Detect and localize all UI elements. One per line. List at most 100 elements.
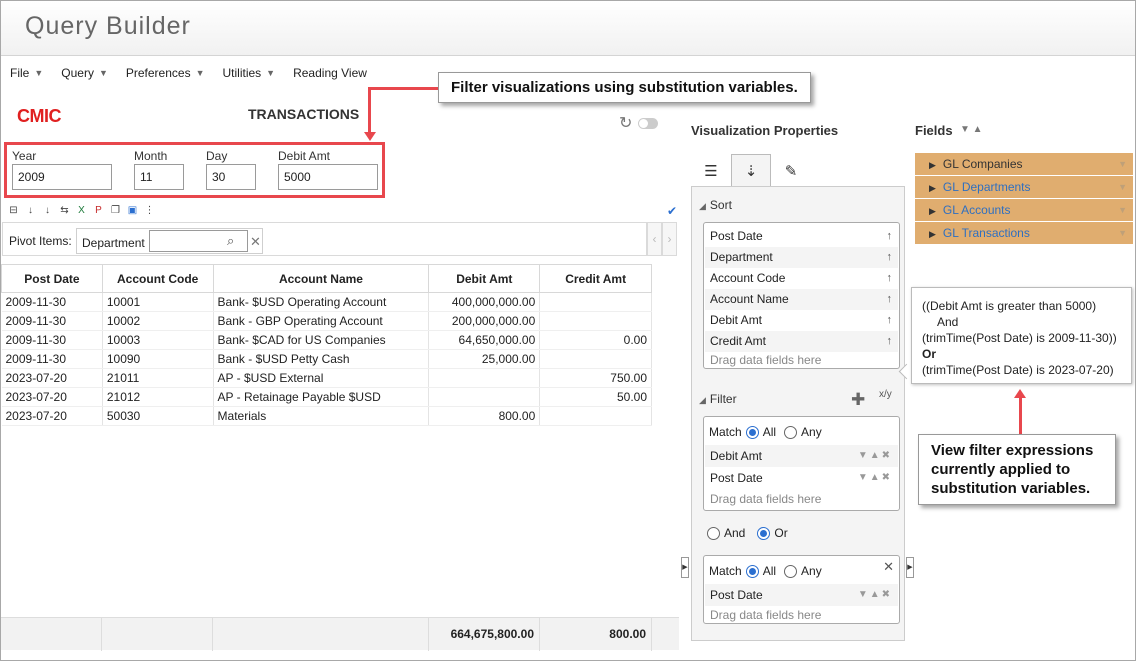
collapse-right-handle[interactable]: ▶	[906, 557, 914, 578]
filter-expression-tooltip: ((Debit Amt is greater than 5000) And (t…	[911, 287, 1132, 384]
tab-sort-filter[interactable]: ⇣	[731, 154, 771, 187]
excel-icon[interactable]: X	[75, 204, 88, 217]
match-any-radio[interactable]	[784, 564, 798, 578]
table-row[interactable]: 2023-07-20 50030 Materials 800.00	[1, 406, 652, 426]
table-row[interactable]: 2009-11-30 10090 Bank - $USD Petty Cash 25,…	[1, 349, 652, 369]
sort-arrow-icon[interactable]: ↑	[887, 226, 893, 247]
filter-item-controls-icon[interactable]: ▼▲✖	[858, 467, 892, 489]
pivot-item: Department ⌕ ✕	[76, 228, 263, 254]
brush-icon: ✎	[784, 163, 798, 180]
menu-preferences[interactable]: Preferences ▼	[126, 66, 205, 80]
sort-list: Post Date ↑ Department ↑ Account Code ↑ Acc…	[703, 222, 900, 369]
debit-amt-input[interactable]	[278, 164, 378, 190]
sort-fields-icon[interactable]: ▼ ▲	[960, 124, 983, 135]
menu-utilities[interactable]: Utilities ▼	[223, 66, 276, 80]
chevron-down-icon[interactable]: ▼	[1118, 176, 1127, 199]
expand-icon[interactable]: ▶	[929, 160, 936, 170]
table-row[interactable]: 2009-11-30 10003 Bank- $CAD for US Compani…	[1, 330, 652, 350]
sort-item[interactable]: Post Date ↑	[705, 226, 898, 247]
col-debit-amt[interactable]: Debit Amt	[428, 264, 541, 293]
pdf-icon[interactable]: P	[92, 204, 105, 217]
match-all-radio[interactable]	[745, 564, 759, 578]
month-input[interactable]	[134, 164, 184, 190]
layout-icon[interactable]: ▣	[126, 204, 139, 217]
field-item[interactable]: ▶ GL Transactions ▼	[915, 222, 1133, 245]
join-and-radio[interactable]	[707, 526, 720, 540]
sort-arrow-icon[interactable]: ↑	[887, 247, 893, 268]
sort-asc-icon[interactable]: ↓	[24, 204, 37, 217]
expand-icon[interactable]: ▶	[929, 183, 936, 193]
sort-item[interactable]: Debit Amt ↑	[705, 310, 898, 331]
sort-item[interactable]: Department ↑	[705, 247, 898, 268]
add-filter-icon[interactable]: ✚	[851, 390, 865, 410]
tab-list[interactable]: ☰	[691, 154, 731, 187]
refresh-icon[interactable]: ↻	[619, 113, 632, 133]
chevron-down-icon[interactable]: ▼	[1118, 199, 1127, 222]
pivot-prev-button[interactable]: ‹	[647, 222, 662, 256]
expression-icon[interactable]: x/y	[879, 389, 892, 400]
join-or-radio[interactable]	[757, 526, 771, 540]
menu-bar: File ▼ Query ▼ Preferences ▼ Utilities ▼ Rea…	[10, 66, 367, 80]
pivot-next-button[interactable]: ›	[662, 222, 677, 256]
pivot-bar: Pivot Items: Department ⌕ ✕	[2, 222, 647, 256]
filter-item[interactable]: Debit Amt ▼▲✖	[705, 445, 898, 467]
field-item[interactable]: ▶ GL Companies ▼	[915, 153, 1133, 176]
menu-reading-view[interactable]: Reading View	[293, 66, 367, 80]
field-item[interactable]: ▶ GL Departments ▼	[915, 176, 1133, 199]
group-join: And Or	[707, 526, 788, 540]
filter-drop-hint: Drag data fields here	[710, 492, 822, 506]
day-input[interactable]	[206, 164, 256, 190]
sort-filter-icon: ⇣	[744, 163, 758, 180]
sort-item[interactable]: Account Name ↑	[705, 289, 898, 310]
table-row[interactable]: 2009-11-30 10001 Bank- $USD Operating Acco…	[1, 292, 652, 312]
search-icon[interactable]: ⌕	[227, 233, 234, 249]
col-credit-amt[interactable]: Credit Amt	[539, 264, 652, 293]
table-row[interactable]: 2009-11-30 10002 Bank - GBP Operating Acco…	[1, 311, 652, 331]
col-account-name[interactable]: Account Name	[212, 264, 430, 293]
col-post-date[interactable]: Post Date	[1, 264, 103, 293]
table-row[interactable]: 2023-07-20 21011 AP - $USD External 750.00	[1, 368, 652, 388]
pivot-label: Pivot Items:	[9, 234, 72, 248]
callout-top: Filter visualizations using substitution…	[438, 72, 811, 103]
sort-arrow-icon[interactable]: ↑	[887, 310, 893, 331]
chevron-down-icon: ▼	[266, 68, 276, 78]
app-title: Query Builder	[25, 12, 191, 40]
sort-desc-icon[interactable]: ↓	[41, 204, 54, 217]
menu-file[interactable]: File ▼	[10, 66, 43, 80]
tab-style[interactable]: ✎	[771, 154, 811, 187]
filter-item-controls-icon[interactable]: ▼▲✖	[858, 584, 892, 606]
wrap-icon[interactable]: ⇆	[58, 204, 71, 217]
filter-section-header[interactable]: ◢ Filter	[699, 392, 737, 406]
close-icon[interactable]: ✕	[250, 234, 261, 250]
expand-icon[interactable]: ▶	[929, 206, 936, 216]
table-row[interactable]: 2023-07-20 21012 AP - Retainage Payable $U…	[1, 387, 652, 407]
copy-icon[interactable]: ❐	[109, 204, 122, 217]
filter-item-controls-icon[interactable]: ▼▲✖	[858, 445, 892, 467]
sort-arrow-icon[interactable]: ↑	[887, 289, 893, 310]
chevron-down-icon[interactable]: ▼	[1118, 153, 1127, 176]
sort-item[interactable]: Credit Amt ↑	[705, 331, 898, 352]
viz-tabs: ☰ ⇣ ✎	[691, 154, 811, 187]
chevron-down-icon: ▼	[98, 68, 108, 78]
menu-query[interactable]: Query ▼	[61, 66, 108, 80]
field-item[interactable]: ▶ GL Accounts ▼	[915, 199, 1133, 222]
more-icon[interactable]: ⋮	[143, 204, 156, 217]
filter-icon[interactable]: ⊟	[7, 204, 20, 217]
chevron-down-icon[interactable]: ▼	[1118, 222, 1127, 245]
toggle-switch[interactable]	[638, 117, 659, 129]
col-account-code[interactable]: Account Code	[101, 264, 214, 293]
filter-item[interactable]: Post Date ▼▲✖	[705, 467, 898, 489]
collapse-left-handle[interactable]: ▶	[681, 557, 689, 578]
sort-arrow-icon[interactable]: ↑	[887, 331, 893, 352]
year-input[interactable]	[12, 164, 112, 190]
sort-item[interactable]: Account Code ↑	[705, 268, 898, 289]
expand-icon[interactable]: ▶	[929, 229, 936, 239]
filter-item[interactable]: Post Date ▼▲✖	[705, 584, 898, 606]
match-all-radio[interactable]	[745, 425, 759, 439]
callout-top-connector	[368, 87, 371, 133]
close-icon[interactable]: ✕	[883, 559, 894, 575]
sort-section-header[interactable]: ◢ Sort	[699, 198, 732, 212]
match-any-radio[interactable]	[784, 425, 798, 439]
filter-group-2: Match All Any ✕ Post Date ▼▲✖ Drag data f…	[703, 555, 900, 624]
sort-arrow-icon[interactable]: ↑	[887, 268, 893, 289]
